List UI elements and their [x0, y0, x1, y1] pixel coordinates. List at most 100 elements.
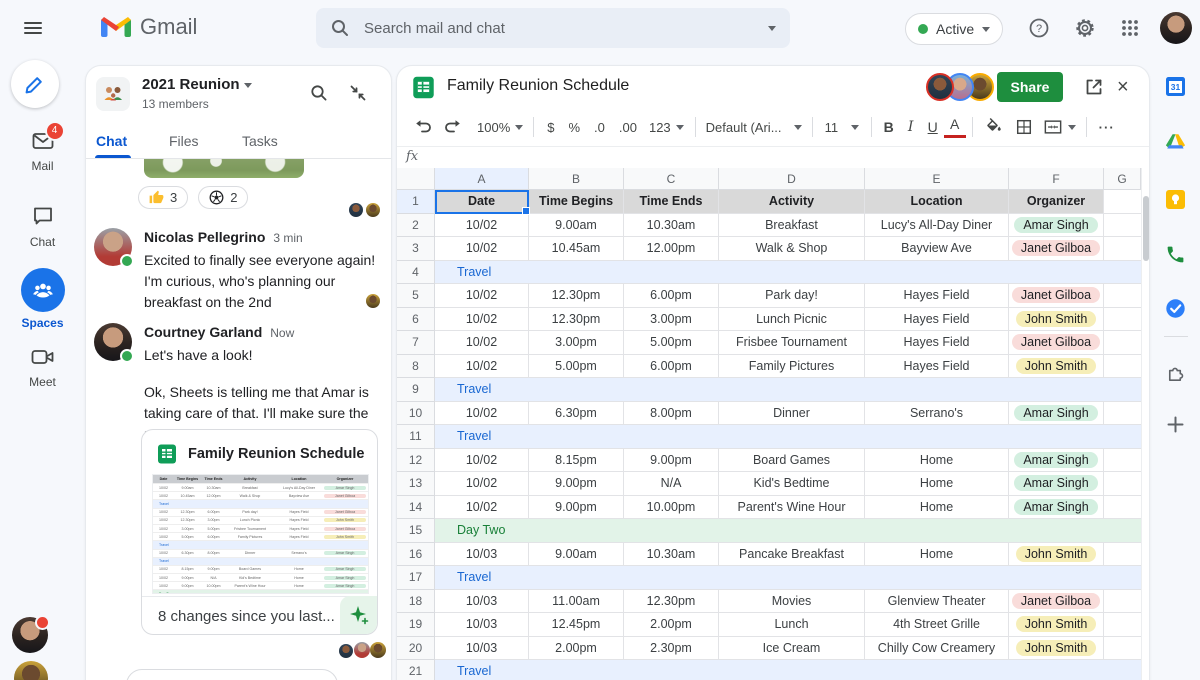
- row-header-19[interactable]: 19: [397, 613, 435, 637]
- cell[interactable]: 9.00pm: [624, 449, 719, 473]
- cell[interactable]: Hayes Field: [865, 331, 1009, 355]
- cell[interactable]: 10/02: [435, 284, 529, 308]
- band-cell[interactable]: Travel: [435, 425, 1141, 449]
- cell[interactable]: John Smith: [1009, 637, 1104, 661]
- cell[interactable]: Amar Singh: [1009, 472, 1104, 496]
- row-header-10[interactable]: 10: [397, 402, 435, 426]
- italic-button[interactable]: I: [900, 119, 922, 135]
- cell[interactable]: 10/03: [435, 543, 529, 567]
- increase-decimal-button[interactable]: .00: [619, 120, 637, 135]
- cell[interactable]: 10/02: [435, 449, 529, 473]
- row-header-20[interactable]: 20: [397, 637, 435, 661]
- status-selector[interactable]: Active: [905, 13, 1003, 45]
- cell[interactable]: 12.45pm: [529, 613, 624, 637]
- cell[interactable]: Serrano's: [865, 402, 1009, 426]
- band-cell[interactable]: Travel: [435, 378, 1141, 402]
- search-options-caret-icon[interactable]: [768, 26, 776, 31]
- sheets-doc-title[interactable]: Family Reunion Schedule: [447, 77, 629, 95]
- cell[interactable]: 5.00pm: [624, 331, 719, 355]
- cell[interactable]: Janet Gilboa: [1009, 590, 1104, 614]
- cell[interactable]: 9.00pm: [529, 472, 624, 496]
- addons-puzzle-icon[interactable]: [1165, 362, 1186, 383]
- cell[interactable]: 10/02: [435, 496, 529, 520]
- settings-gear-icon[interactable]: [1074, 17, 1096, 39]
- search-bar[interactable]: Search mail and chat: [316, 8, 790, 48]
- cell[interactable]: Park day!: [719, 284, 865, 308]
- share-button[interactable]: Share: [997, 72, 1063, 102]
- cell[interactable]: Lunch: [719, 613, 865, 637]
- formula-bar[interactable]: fx: [397, 146, 1149, 170]
- cell[interactable]: Home: [865, 543, 1009, 567]
- row-header-13[interactable]: 13: [397, 472, 435, 496]
- cell[interactable]: 12.30pm: [529, 308, 624, 332]
- sidebar-item-chat[interactable]: Chat: [0, 204, 85, 249]
- collaborator-avatar[interactable]: [926, 73, 954, 101]
- cell[interactable]: [1104, 613, 1141, 637]
- band-cell[interactable]: Day Two: [435, 519, 1141, 543]
- cell[interactable]: Board Games: [719, 449, 865, 473]
- grid-scrollbar-thumb[interactable]: [1143, 196, 1149, 261]
- row-header-14[interactable]: 14: [397, 496, 435, 520]
- cell[interactable]: Time Ends: [624, 190, 719, 214]
- format-percent-button[interactable]: %: [568, 120, 580, 135]
- column-header-A[interactable]: A: [435, 168, 529, 190]
- pinned-chat-avatar-2[interactable]: [14, 661, 48, 680]
- cell[interactable]: 10/02: [435, 331, 529, 355]
- cell[interactable]: Time Begins: [529, 190, 624, 214]
- column-header-B[interactable]: B: [529, 168, 624, 190]
- cell[interactable]: 3.00pm: [529, 331, 624, 355]
- cell[interactable]: Hayes Field: [865, 284, 1009, 308]
- sheet-preview-card[interactable]: Family Reunion Schedule DateTime BeginsT…: [141, 429, 378, 635]
- cell[interactable]: 10.30am: [624, 214, 719, 238]
- cell[interactable]: Janet Gilboa: [1009, 237, 1104, 261]
- borders-icon[interactable]: [1015, 118, 1033, 136]
- tasks-icon[interactable]: [1165, 298, 1186, 319]
- row-header-9[interactable]: 9: [397, 378, 435, 402]
- cell[interactable]: 4th Street Grille: [865, 613, 1009, 637]
- column-header-E[interactable]: E: [865, 168, 1009, 190]
- cell[interactable]: 9.00am: [529, 214, 624, 238]
- cell[interactable]: 12.00pm: [624, 237, 719, 261]
- cell[interactable]: Home: [865, 472, 1009, 496]
- row-header-18[interactable]: 18: [397, 590, 435, 614]
- cell[interactable]: 12.30pm: [624, 590, 719, 614]
- row-header-4[interactable]: 4: [397, 261, 435, 285]
- cell[interactable]: Amar Singh: [1009, 214, 1104, 238]
- cell[interactable]: John Smith: [1009, 613, 1104, 637]
- band-cell[interactable]: Travel: [435, 261, 1141, 285]
- close-icon[interactable]: ×: [1117, 76, 1129, 99]
- row-header-8[interactable]: 8: [397, 355, 435, 379]
- cell[interactable]: 10.45am: [529, 237, 624, 261]
- calendar-icon[interactable]: 31: [1165, 76, 1186, 97]
- cell[interactable]: 12.30pm: [529, 284, 624, 308]
- message-author-avatar[interactable]: [94, 228, 132, 266]
- hamburger-menu-icon[interactable]: [22, 17, 44, 39]
- cell[interactable]: Frisbee Tournament: [719, 331, 865, 355]
- cell[interactable]: [1104, 214, 1141, 238]
- cell[interactable]: 2.30pm: [624, 637, 719, 661]
- cell[interactable]: Janet Gilboa: [1009, 284, 1104, 308]
- redo-icon[interactable]: [443, 117, 463, 137]
- row-header-17[interactable]: 17: [397, 566, 435, 590]
- cell[interactable]: Home: [865, 496, 1009, 520]
- row-header-7[interactable]: 7: [397, 331, 435, 355]
- cell[interactable]: N/A: [624, 472, 719, 496]
- cell[interactable]: 9.00pm: [529, 496, 624, 520]
- open-in-new-icon[interactable]: [1083, 76, 1105, 98]
- collapse-icon[interactable]: [348, 83, 368, 103]
- cell[interactable]: [1104, 543, 1141, 567]
- column-header-D[interactable]: D: [719, 168, 865, 190]
- cell[interactable]: [1104, 637, 1141, 661]
- cell[interactable]: 10/02: [435, 402, 529, 426]
- sparkle-icon[interactable]: [340, 596, 377, 634]
- tab-chat[interactable]: Chat: [96, 124, 127, 158]
- cell[interactable]: Janet Gilboa: [1009, 331, 1104, 355]
- help-icon[interactable]: ?: [1028, 17, 1050, 39]
- cell[interactable]: [1104, 402, 1141, 426]
- cell[interactable]: Hayes Field: [865, 308, 1009, 332]
- drive-icon[interactable]: [1165, 133, 1186, 152]
- fill-color-icon[interactable]: [985, 118, 1003, 136]
- merge-cells-select[interactable]: [1043, 118, 1076, 136]
- cell[interactable]: Location: [865, 190, 1009, 214]
- cell[interactable]: 10.00pm: [624, 496, 719, 520]
